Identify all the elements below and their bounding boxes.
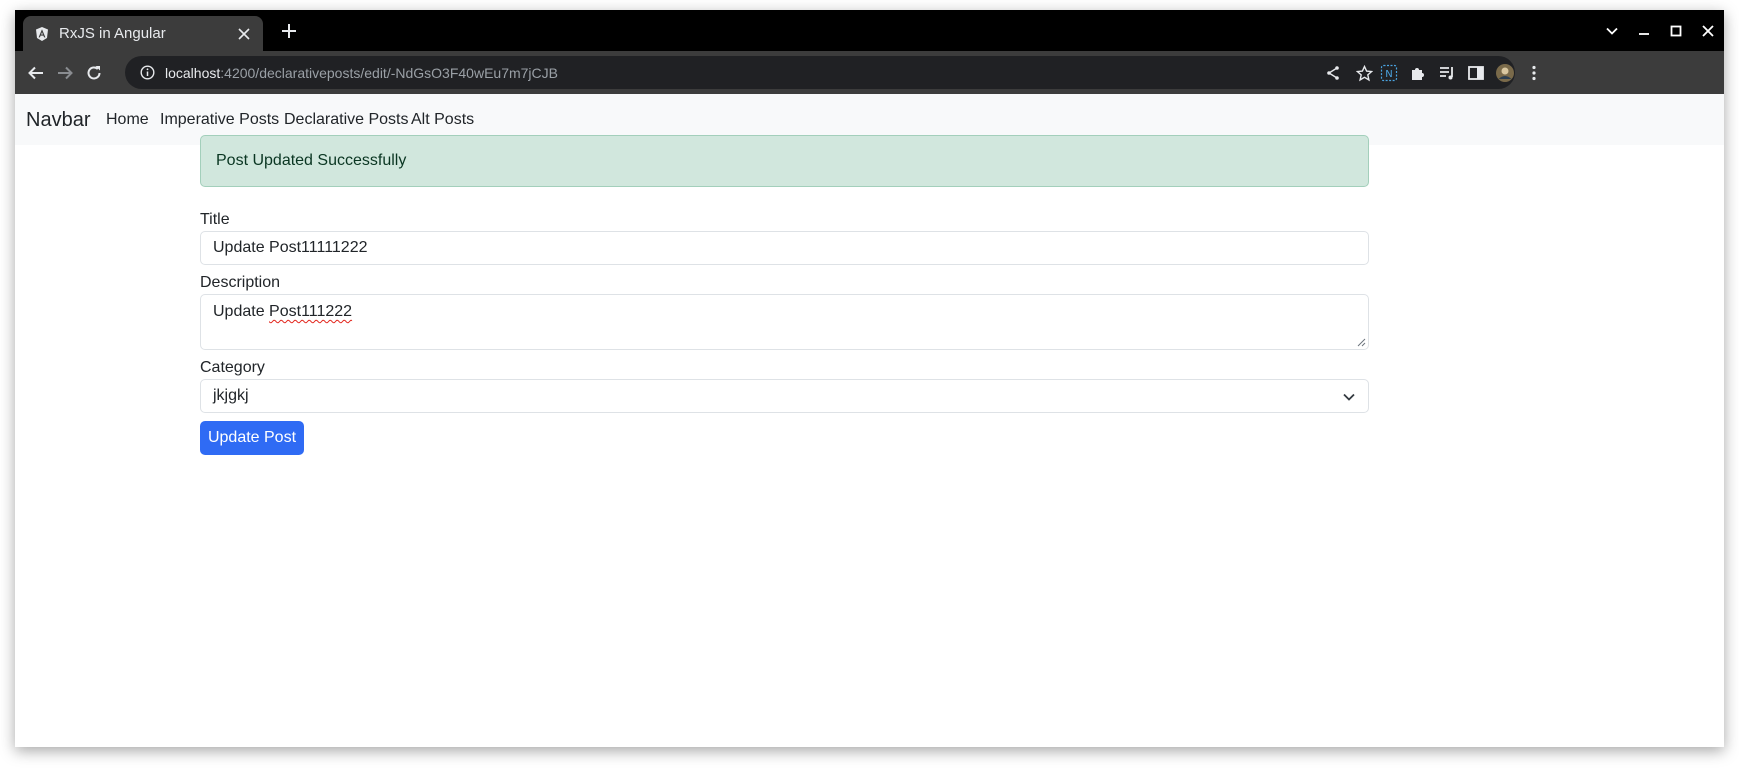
- close-window-icon[interactable]: [1692, 19, 1724, 43]
- url-host: localhost: [165, 64, 221, 81]
- tab-strip: RxJS in Angular: [15, 10, 1724, 51]
- browser-toolbar: localhost:4200/declarativeposts/edit/-Nd…: [15, 51, 1724, 94]
- description-textarea[interactable]: Update Post111222: [200, 294, 1369, 350]
- maximize-icon[interactable]: [1660, 19, 1692, 43]
- side-panel-icon[interactable]: [1466, 63, 1486, 83]
- site-info-icon[interactable]: [139, 65, 155, 81]
- nav-link-home[interactable]: Home: [106, 111, 149, 129]
- window-controls: [1596, 10, 1724, 51]
- category-select-value: jkjgkj: [213, 387, 249, 404]
- url-path: :4200/declarativeposts/edit/-NdGsO3F40wE…: [220, 64, 558, 81]
- category-label: Category: [200, 359, 265, 376]
- alert-message: Post Updated Successfully: [216, 152, 407, 169]
- title-input-value: Update Post11111222: [213, 239, 368, 256]
- browser-window: RxJS in Angular localhost:4200/declarati…: [15, 10, 1724, 747]
- description-value-plain: Update: [213, 303, 270, 320]
- address-bar[interactable]: localhost:4200/declarativeposts/edit/-Nd…: [125, 56, 1515, 89]
- profile-avatar-icon[interactable]: [1495, 63, 1515, 83]
- svg-text:N: N: [1385, 69, 1392, 80]
- minimize-icon[interactable]: [1628, 19, 1660, 43]
- success-alert: Post Updated Successfully: [200, 135, 1369, 187]
- category-select[interactable]: jkjgkj: [200, 379, 1369, 413]
- nav-link-declarative-posts[interactable]: Declarative Posts: [284, 111, 409, 129]
- forward-icon[interactable]: [52, 60, 78, 86]
- nav-link-imperative-posts[interactable]: Imperative Posts: [160, 111, 279, 129]
- chevron-down-icon: [1343, 393, 1355, 401]
- close-tab-icon[interactable]: [235, 25, 253, 43]
- new-tab-icon[interactable]: [277, 20, 301, 44]
- angular-icon: [33, 25, 51, 43]
- url-text: localhost:4200/declarativeposts/edit/-Nd…: [165, 65, 558, 81]
- share-icon[interactable]: [1324, 64, 1342, 82]
- title-label: Title: [200, 211, 230, 228]
- ngrx-devtools-extension-icon[interactable]: N: [1379, 63, 1399, 83]
- reload-icon[interactable]: [81, 60, 107, 86]
- description-value-misspelled: Post111222: [269, 303, 353, 320]
- back-icon[interactable]: [23, 60, 49, 86]
- description-label: Description: [200, 274, 281, 291]
- update-post-button[interactable]: Update Post: [200, 421, 304, 455]
- extensions-puzzle-icon[interactable]: [1408, 63, 1428, 83]
- bookmark-star-icon[interactable]: [1355, 64, 1373, 82]
- navbar-brand[interactable]: Navbar: [26, 109, 90, 132]
- resize-grip-icon[interactable]: [1357, 338, 1366, 347]
- title-input[interactable]: Update Post11111222: [200, 231, 1369, 265]
- browser-tab[interactable]: RxJS in Angular: [23, 16, 263, 51]
- tab-search-icon[interactable]: [1596, 19, 1628, 43]
- nav-link-alt-posts[interactable]: Alt Posts: [411, 111, 474, 129]
- more-menu-icon[interactable]: [1524, 63, 1544, 83]
- reading-list-icon[interactable]: [1437, 63, 1457, 83]
- tab-title: RxJS in Angular: [59, 25, 166, 42]
